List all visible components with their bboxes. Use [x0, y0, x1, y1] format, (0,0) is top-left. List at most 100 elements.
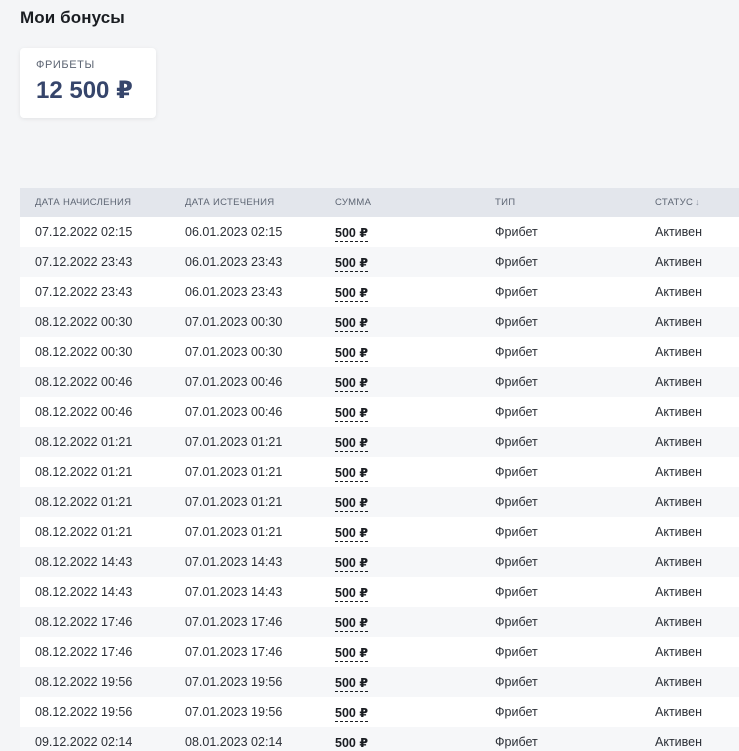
cell-amount: 500 ₽ — [320, 525, 480, 542]
table-body: 07.12.2022 02:15 06.01.2023 02:15 500 ₽ Фри… — [20, 217, 739, 751]
table-row: 08.12.2022 14:43 07.01.2023 14:43 500 ₽ Фри… — [20, 577, 739, 607]
amount-value[interactable]: 500 ₽ — [335, 615, 369, 632]
cell-expiry-date: 07.01.2023 01:21 — [185, 465, 283, 479]
cell-accrual-date: 08.12.2022 01:21 — [35, 495, 133, 509]
table-row: 08.12.2022 00:30 07.01.2023 00:30 500 ₽ Фри… — [20, 337, 739, 367]
amount-value[interactable]: 500 ₽ — [335, 405, 369, 422]
cell-accrual-date: 08.12.2022 19:56 — [35, 675, 133, 689]
balance-label: ФРИБЕТЫ — [36, 59, 95, 71]
cell-expiry-date: 07.01.2023 19:56 — [185, 705, 283, 719]
column-header-type[interactable]: ТИП — [480, 197, 640, 208]
cell-amount: 500 ₽ — [320, 345, 480, 362]
cell-status: Активен — [655, 645, 703, 659]
cell-accrual-date: 08.12.2022 14:43 — [35, 555, 133, 569]
amount-value[interactable]: 500 ₽ — [335, 675, 369, 692]
table-row: 08.12.2022 19:56 07.01.2023 19:56 500 ₽ Фри… — [20, 697, 739, 727]
cell-type: Фрибет — [495, 615, 538, 629]
balance-value: 12 500 ₽ — [36, 77, 133, 104]
cell-accrual-date: 07.12.2022 23:43 — [35, 255, 133, 269]
cell-accrual-date: 08.12.2022 00:46 — [35, 375, 133, 389]
amount-value[interactable]: 500 ₽ — [335, 495, 369, 512]
cell-accrual-date: 08.12.2022 00:30 — [35, 315, 133, 329]
cell-expiry-date: 07.01.2023 14:43 — [185, 555, 283, 569]
cell-type: Фрибет — [495, 435, 538, 449]
cell-expiry-date: 07.01.2023 00:30 — [185, 315, 283, 329]
page-title: Мои бонусы — [20, 8, 125, 27]
bonus-table: ДАТА НАЧИСЛЕНИЯ ДАТА ИСТЕЧЕНИЯ СУММА ТИП… — [20, 188, 739, 751]
amount-value[interactable]: 500 ₽ — [335, 315, 369, 332]
table-row: 07.12.2022 23:43 06.01.2023 23:43 500 ₽ Фри… — [20, 247, 739, 277]
table-header: ДАТА НАЧИСЛЕНИЯ ДАТА ИСТЕЧЕНИЯ СУММА ТИП… — [20, 188, 739, 217]
cell-type: Фрибет — [495, 555, 538, 569]
cell-status: Активен — [655, 735, 703, 749]
cell-accrual-date: 09.12.2022 02:14 — [35, 735, 133, 749]
cell-expiry-date: 07.01.2023 00:30 — [185, 345, 283, 359]
cell-status: Активен — [655, 285, 703, 299]
cell-type: Фрибет — [495, 375, 538, 389]
cell-expiry-date: 07.01.2023 00:46 — [185, 405, 283, 419]
amount-value[interactable]: 500 ₽ — [335, 555, 369, 572]
cell-type: Фрибет — [495, 525, 538, 539]
cell-accrual-date: 08.12.2022 17:46 — [35, 645, 133, 659]
amount-value[interactable]: 500 ₽ — [335, 285, 369, 302]
cell-amount: 500 ₽ — [320, 255, 480, 272]
amount-value[interactable]: 500 ₽ — [335, 435, 369, 452]
table-row: 07.12.2022 23:43 06.01.2023 23:43 500 ₽ Фри… — [20, 277, 739, 307]
cell-expiry-date: 06.01.2023 23:43 — [185, 285, 283, 299]
cell-status: Активен — [655, 315, 703, 329]
cell-expiry-date: 07.01.2023 00:46 — [185, 375, 283, 389]
cell-accrual-date: 08.12.2022 01:21 — [35, 525, 133, 539]
cell-accrual-date: 08.12.2022 00:30 — [35, 345, 133, 359]
cell-accrual-date: 08.12.2022 01:21 — [35, 435, 133, 449]
cell-status: Активен — [655, 495, 703, 509]
cell-amount: 500 ₽ — [320, 675, 480, 692]
cell-type: Фрибет — [495, 405, 538, 419]
amount-value[interactable]: 500 ₽ — [335, 585, 369, 602]
sort-arrow-down-icon[interactable]: ↓ — [695, 197, 700, 207]
cell-status: Активен — [655, 255, 703, 269]
amount-value[interactable]: 500 ₽ — [335, 525, 369, 542]
amount-value[interactable]: 500 ₽ — [335, 225, 369, 242]
table-row: 09.12.2022 02:14 08.01.2023 02:14 500 ₽ Фри… — [20, 727, 739, 751]
cell-expiry-date: 07.01.2023 01:21 — [185, 495, 283, 509]
table-row: 08.12.2022 14:43 07.01.2023 14:43 500 ₽ Фри… — [20, 547, 739, 577]
column-header-accrual-date[interactable]: ДАТА НАЧИСЛЕНИЯ — [20, 197, 170, 208]
cell-amount: 500 ₽ — [320, 645, 480, 662]
table-row: 08.12.2022 01:21 07.01.2023 01:21 500 ₽ Фри… — [20, 457, 739, 487]
column-header-amount[interactable]: СУММА — [320, 197, 480, 208]
cell-accrual-date: 08.12.2022 14:43 — [35, 585, 133, 599]
table-row: 08.12.2022 00:46 07.01.2023 00:46 500 ₽ Фри… — [20, 397, 739, 427]
cell-type: Фрибет — [495, 225, 538, 239]
freebet-balance-card: ФРИБЕТЫ 12 500 ₽ — [20, 48, 156, 118]
column-header-status[interactable]: СТАТУС ↓ — [640, 197, 739, 208]
cell-amount: 500 ₽ — [320, 735, 480, 751]
cell-amount: 500 ₽ — [320, 495, 480, 512]
amount-value[interactable]: 500 ₽ — [335, 255, 369, 272]
cell-amount: 500 ₽ — [320, 375, 480, 392]
cell-amount: 500 ₽ — [320, 285, 480, 302]
amount-value[interactable]: 500 ₽ — [335, 465, 369, 482]
amount-value[interactable]: 500 ₽ — [335, 645, 369, 662]
amount-value[interactable]: 500 ₽ — [335, 375, 369, 392]
amount-value[interactable]: 500 ₽ — [335, 345, 369, 362]
cell-amount: 500 ₽ — [320, 615, 480, 632]
amount-value[interactable]: 500 ₽ — [335, 705, 369, 722]
cell-expiry-date: 07.01.2023 17:46 — [185, 615, 283, 629]
cell-status: Активен — [655, 465, 703, 479]
cell-status: Активен — [655, 345, 703, 359]
cell-status: Активен — [655, 405, 703, 419]
cell-accrual-date: 07.12.2022 02:15 — [35, 225, 133, 239]
amount-value[interactable]: 500 ₽ — [335, 735, 369, 751]
cell-amount: 500 ₽ — [320, 585, 480, 602]
cell-amount: 500 ₽ — [320, 405, 480, 422]
cell-type: Фрибет — [495, 495, 538, 509]
column-header-status-label: СТАТУС — [655, 197, 694, 208]
cell-type: Фрибет — [495, 735, 538, 749]
cell-accrual-date: 08.12.2022 19:56 — [35, 705, 133, 719]
column-header-expiry-date[interactable]: ДАТА ИСТЕЧЕНИЯ — [170, 197, 320, 208]
table-row: 08.12.2022 00:30 07.01.2023 00:30 500 ₽ Фри… — [20, 307, 739, 337]
cell-expiry-date: 07.01.2023 01:21 — [185, 435, 283, 449]
table-row: 08.12.2022 01:21 07.01.2023 01:21 500 ₽ Фри… — [20, 427, 739, 457]
cell-accrual-date: 08.12.2022 00:46 — [35, 405, 133, 419]
cell-expiry-date: 07.01.2023 19:56 — [185, 675, 283, 689]
